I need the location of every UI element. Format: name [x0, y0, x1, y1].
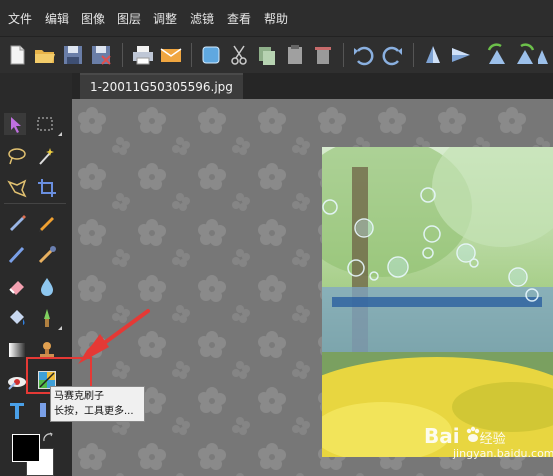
tooltip-hint: 长按，工具更多... — [54, 406, 134, 417]
polygon-lasso-icon[interactable] — [6, 177, 28, 199]
tool-tooltip: 马赛克刷子 长按，工具更多... — [50, 386, 145, 422]
watermark-brand2: 经验 — [479, 432, 506, 447]
menu-bar: 文件 编辑 图像 图层 调整 滤镜 查看 帮助 — [0, 0, 553, 37]
crop-icon[interactable] — [36, 177, 58, 199]
drop-icon[interactable] — [36, 275, 58, 297]
foreground-color-swatch[interactable] — [12, 434, 40, 462]
brush-icon[interactable] — [6, 243, 28, 265]
rotate-left-icon[interactable] — [484, 42, 510, 68]
undo-icon[interactable] — [350, 42, 376, 68]
pencil-icon[interactable] — [36, 211, 58, 233]
menu-layer[interactable]: 图层 — [117, 10, 141, 27]
color-picker-icon[interactable] — [36, 243, 58, 265]
redo-icon[interactable] — [380, 42, 406, 68]
cut-icon[interactable] — [226, 42, 252, 68]
paste-icon[interactable] — [282, 42, 308, 68]
copy-icon[interactable] — [254, 42, 280, 68]
pen-icon[interactable] — [6, 211, 28, 233]
toolbar-separator — [191, 43, 192, 67]
menu-image[interactable]: 图像 — [81, 10, 105, 27]
save-icon[interactable] — [60, 42, 86, 68]
new-file-icon[interactable] — [4, 42, 30, 68]
fill-bucket-icon[interactable] — [6, 307, 28, 329]
more-tools-indicator — [58, 132, 62, 136]
magic-wand-icon[interactable] — [36, 145, 58, 167]
flip-horizontal-icon[interactable] — [448, 42, 474, 68]
more-icon[interactable] — [538, 42, 553, 68]
email-icon[interactable] — [158, 42, 184, 68]
toolbar-separator — [122, 43, 123, 67]
menu-file[interactable]: 文件 — [8, 10, 32, 27]
menu-filter[interactable]: 滤镜 — [190, 10, 214, 27]
open-folder-icon[interactable] — [32, 42, 58, 68]
watermark-url: jingyan.baidu.com — [453, 447, 553, 460]
sharpen-icon[interactable] — [36, 307, 58, 329]
gradient-icon[interactable] — [6, 339, 28, 361]
more-tools-indicator — [58, 326, 62, 330]
red-eye-icon[interactable] — [6, 371, 28, 393]
delete-icon[interactable] — [310, 42, 336, 68]
eraser-icon[interactable] — [6, 275, 28, 297]
rotate-right-icon[interactable] — [512, 42, 538, 68]
marquee-icon[interactable] — [34, 113, 56, 135]
document-tab[interactable]: 1-20011G50305596.jpg — [80, 73, 243, 101]
window-icon[interactable] — [198, 42, 224, 68]
select-arrow-icon[interactable] — [4, 113, 26, 135]
main-toolbar — [0, 37, 553, 73]
photo-canvas[interactable] — [322, 147, 553, 457]
watermark-brand: Bai — [424, 424, 460, 448]
paw-icon — [466, 426, 480, 442]
menu-help[interactable]: 帮助 — [264, 10, 288, 27]
flip-vertical-icon[interactable] — [420, 42, 446, 68]
toolbar-separator — [413, 43, 414, 67]
document-tab-bar: 1-20011G50305596.jpg — [72, 73, 553, 101]
bubble-photo — [322, 147, 553, 457]
tooltip-title: 马赛克刷子 — [54, 391, 104, 402]
menu-edit[interactable]: 编辑 — [45, 10, 69, 27]
menu-view[interactable]: 查看 — [227, 10, 251, 27]
menu-adjust[interactable]: 调整 — [153, 10, 177, 27]
print-icon[interactable] — [130, 42, 156, 68]
text-icon[interactable] — [6, 399, 28, 421]
toolbar-separator — [343, 43, 344, 67]
tools-divider — [4, 203, 66, 204]
lasso-icon[interactable] — [6, 145, 28, 167]
swap-colors-icon[interactable] — [42, 432, 54, 444]
save-as-icon[interactable] — [88, 42, 114, 68]
